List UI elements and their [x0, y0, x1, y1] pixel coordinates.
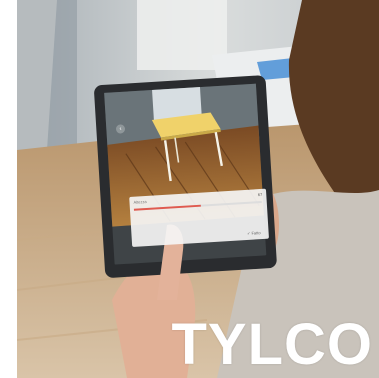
height-slider[interactable]: [133, 200, 262, 211]
back-arrow-icon[interactable]: ‹: [115, 124, 126, 134]
slider-value: 67: [257, 191, 263, 198]
confirm-button[interactable]: ✓ Fatto: [247, 230, 261, 236]
slider-label: Altezza: [133, 198, 147, 205]
slider-fill: [133, 204, 201, 211]
ar-app-screen: ‹ Altezza 67 ✓ Fatto: [110, 71, 270, 250]
dimension-panel: Altezza 67 ✓ Fatto: [129, 188, 269, 247]
brand-wordmark: TYLCO: [171, 312, 373, 377]
photo-frame: ‹ Altezza 67 ✓ Fatto TYLCO: [17, 0, 379, 378]
